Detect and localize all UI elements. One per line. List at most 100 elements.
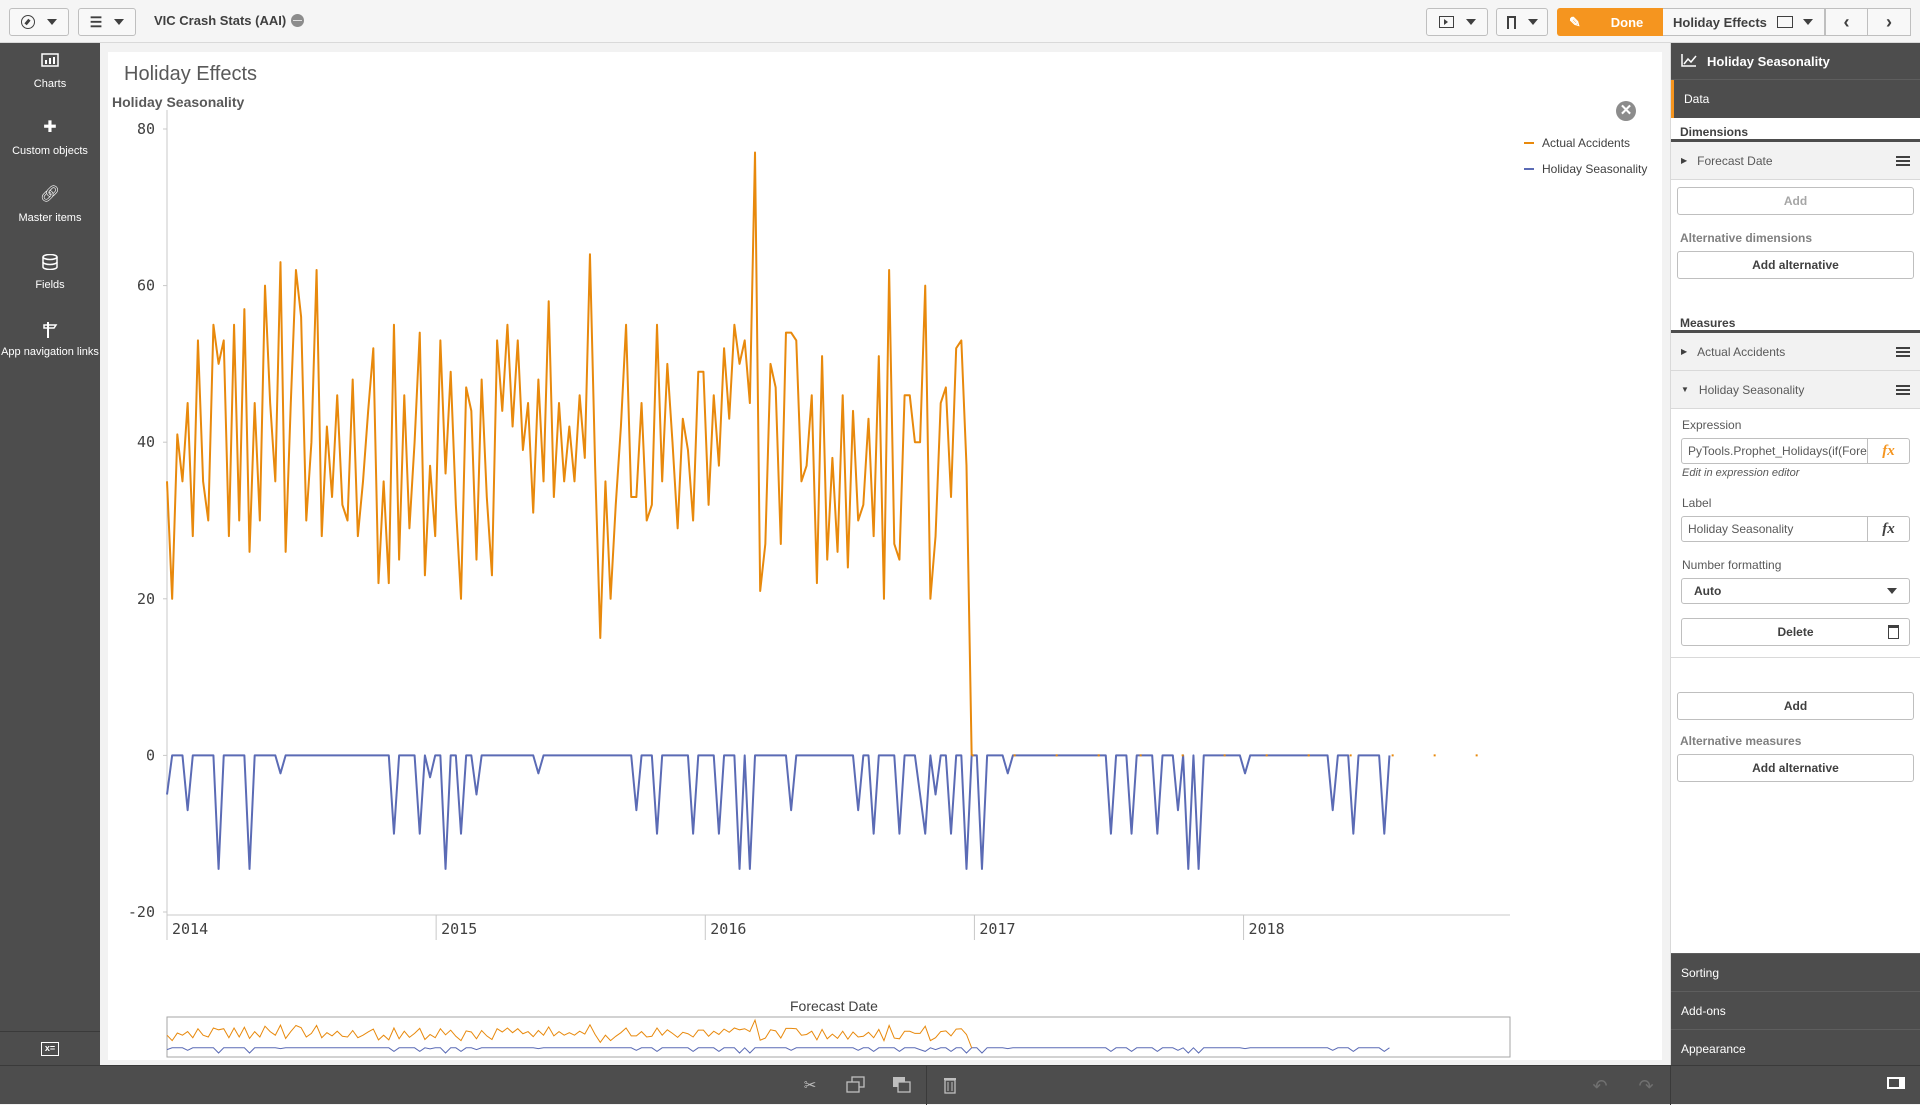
legend-item-actual-accidents[interactable]: Actual Accidents [1524,130,1647,156]
add-measure-button[interactable]: Add [1677,692,1914,720]
expression-field[interactable]: PyTools.Prophet_Holidays(if(Forecast fx [1681,438,1910,464]
section-appearance[interactable]: Appearance [1671,1029,1920,1067]
label-value[interactable]: Holiday Seasonality [1682,517,1867,541]
legend-swatch [1524,168,1534,170]
dimension-item-forecast-date[interactable]: ▶ Forecast Date [1671,142,1920,180]
sidebar-item-label: Custom objects [12,145,88,157]
delete-measure-button[interactable]: Delete [1681,618,1910,646]
done-editing-button[interactable]: ✎ Done [1557,8,1663,36]
chevron-down-icon [1527,19,1538,25]
published-status-icon [291,14,305,27]
alternative-measures-title: Alternative measures [1680,734,1802,748]
line-chart[interactable]: 80 60 40 20 0 -20 2014 2015 2016 2017 2018 [100,110,1520,1070]
add-alternative-measure-button[interactable]: Add alternative [1677,754,1914,782]
sidebar-item-charts[interactable]: Charts [0,53,100,92]
number-formatting-select[interactable]: Auto [1681,578,1910,604]
bar-chart-icon [0,53,100,71]
sidebar-item-custom-objects[interactable]: ✚ Custom objects [0,120,100,159]
sidebar-item-label: Fields [35,279,65,291]
sheet-title: Holiday Effects [124,63,258,85]
sidebar-item-fields[interactable]: Fields [0,253,100,293]
previous-sheet-button[interactable]: ‹ [1825,8,1868,36]
close-icon[interactable]: ✕ [1616,101,1636,121]
toolbar-divider [1670,1066,1671,1105]
x-tick-label: 2016 [710,920,746,938]
legend-label: Actual Accidents [1542,136,1631,150]
legend-item-holiday-seasonality[interactable]: Holiday Seasonality [1524,156,1647,182]
x-axis-title: Forecast Date [790,998,878,1014]
drag-handle-icon[interactable] [1896,346,1910,357]
measure-item-holiday-seasonality[interactable]: ▼ Holiday Seasonality [1671,371,1920,409]
label-field[interactable]: Holiday Seasonality fx [1681,516,1910,542]
series-line-holiday-seasonality[interactable] [166,754,1391,870]
expression-value[interactable]: PyTools.Prophet_Holidays(if(Forecast [1682,439,1867,463]
chevron-down-icon [47,19,57,25]
collapse-icon: ▼ [1681,385,1689,394]
app-title: VIC Crash Stats (AAI) [154,13,305,28]
section-add-ons[interactable]: Add-ons [1671,991,1920,1029]
alternative-dimensions-title: Alternative dimensions [1680,231,1813,245]
label-field-label: Label [1682,496,1712,510]
trash-icon [1888,625,1899,639]
navigation-menu-button[interactable] [9,8,69,36]
fx-icon[interactable]: fx [1867,517,1909,541]
bookmark-button[interactable] [1496,8,1548,36]
line-chart-icon [1681,53,1697,70]
trash-icon[interactable] [940,1076,960,1096]
compass-icon [21,15,35,29]
dimensions-section-title: Dimensions [1671,118,1920,142]
bookmark-icon [1506,15,1516,29]
sidebar-item-label: Master items [18,212,82,224]
section-sorting[interactable]: Sorting [1671,953,1920,991]
assets-sidebar: Charts ✚ Custom objects 🔗︎ Master items … [0,43,100,1065]
y-tick-label: 60 [137,277,155,295]
measures-section-title: Measures [1671,309,1920,333]
chevron-down-icon [1802,19,1813,25]
measure-label: Actual Accidents [1697,344,1786,359]
expand-icon: ▶ [1681,347,1688,356]
variables-button[interactable]: x= [0,1031,100,1065]
app-title-text: VIC Crash Stats (AAI) [154,13,287,28]
top-toolbar: ☰ VIC Crash Stats (AAI) ✎ Done Holiday E… [0,0,1920,43]
undo-icon[interactable]: ↶ [1590,1076,1610,1096]
scissors-icon[interactable]: ✂ [800,1076,820,1096]
redo-icon[interactable]: ↷ [1636,1076,1656,1096]
sheet-list-button[interactable]: ☰ [78,8,136,36]
drag-handle-icon[interactable] [1896,155,1910,166]
add-alternative-dimension-button[interactable]: Add alternative [1677,251,1914,279]
sheet-icon [1776,16,1793,28]
series-line-actual-accidents[interactable] [166,151,973,756]
panel-toggle-icon[interactable] [1886,1076,1906,1096]
next-sheet-button[interactable]: › [1867,8,1911,36]
properties-header: Holiday Seasonality [1671,43,1920,80]
tab-data[interactable]: Data [1671,80,1920,118]
expand-icon: ▶ [1681,156,1688,165]
fx-icon[interactable]: fx [1867,439,1909,463]
done-label: Done [1610,14,1644,30]
chevron-down-icon [1887,588,1897,594]
drag-handle-icon[interactable] [1896,384,1910,395]
number-formatting-label: Number formatting [1682,558,1782,572]
list-icon: ☰ [89,13,103,30]
legend-swatch [1524,142,1534,144]
sidebar-item-label: App navigation links [1,346,99,358]
chevron-down-icon [114,19,125,25]
measure-item-actual-accidents[interactable]: ▶ Actual Accidents [1671,333,1920,371]
chart-title: Holiday Seasonality [112,94,245,110]
edit-expression-link[interactable]: Edit in expression editor [1671,467,1920,479]
sidebar-item-master-items[interactable]: 🔗︎ Master items [0,187,100,226]
bottom-toolbar: ✂ ↶ ↷ [0,1065,1920,1105]
properties-title: Holiday Seasonality [1707,53,1830,69]
dimension-label: Forecast Date [1697,153,1773,168]
paste-icon[interactable] [892,1076,912,1096]
copy-icon[interactable] [846,1076,866,1096]
sheet-selector-button[interactable]: Holiday Effects [1663,8,1825,36]
y-tick-label: -20 [128,903,155,921]
properties-panel: Holiday Seasonality Data Dimensions ▶ Fo… [1670,43,1920,1067]
x-tick-label: 2018 [1249,920,1285,938]
presentation-icon [1438,16,1454,28]
chevron-right-icon: › [1886,11,1892,32]
present-button[interactable] [1426,8,1488,36]
sidebar-item-app-navigation-links[interactable]: App navigation links [0,321,100,360]
add-dimension-button[interactable]: Add [1677,187,1914,215]
